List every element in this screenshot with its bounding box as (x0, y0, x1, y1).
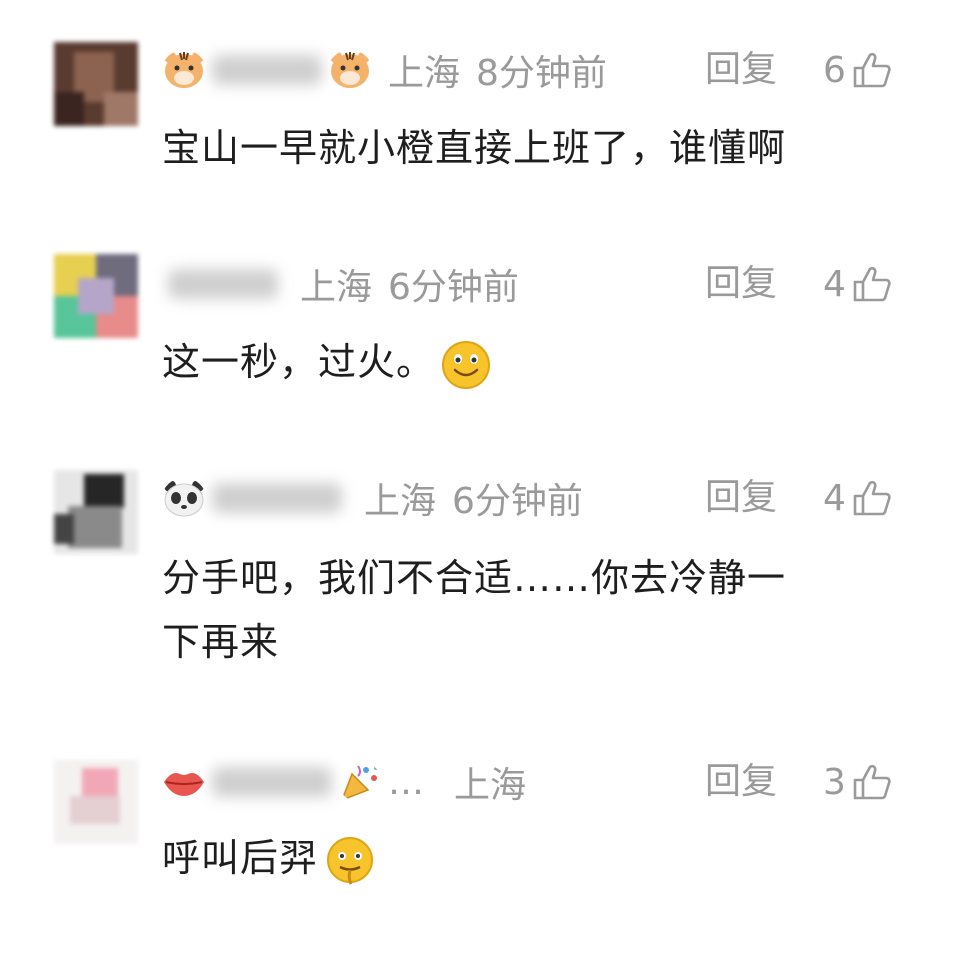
reply-button[interactable]: 回复 (705, 752, 777, 812)
tiger-face-icon (330, 51, 370, 88)
comment-text-line: 下再来 (162, 620, 280, 664)
comment-meta: 上海 6分钟前 (162, 468, 583, 528)
lips-icon (164, 773, 204, 796)
comment-location: 上海 (388, 53, 461, 94)
comment-text: 呼叫后羿 (162, 826, 902, 890)
like-count: 6 (823, 49, 846, 91)
comment-text: 宝山一早就小橙直接上班了，谁懂啊 (162, 126, 787, 170)
like-button[interactable]: 3 (823, 752, 892, 812)
party-popper-icon (340, 765, 378, 802)
comment-location: 上海 (454, 765, 527, 806)
comment-meta: M u … 上海 (162, 752, 526, 812)
comment-location: 上海 (364, 481, 437, 522)
comment-text-content: 呼叫后羿 (162, 836, 319, 880)
like-button[interactable]: 4 (823, 254, 892, 314)
comment-meta: C y 上海 8分钟前 (162, 40, 607, 100)
tiger-face-icon (164, 51, 204, 88)
like-button[interactable]: 4 (823, 468, 892, 528)
like-count: 4 (823, 263, 846, 305)
thumbs-up-icon (853, 266, 891, 302)
reply-button[interactable]: 回复 (705, 468, 777, 528)
thumbs-up-icon (853, 764, 891, 800)
like-count: 3 (823, 761, 846, 803)
smiling-face-icon (442, 340, 491, 389)
comment-text: 分手吧，我们不合适……你去冷静一 下再来 (162, 546, 902, 674)
thumbs-up-icon (853, 52, 891, 88)
avatar[interactable] (54, 42, 138, 126)
avatar[interactable] (54, 760, 138, 844)
username-ellipsis: … (388, 761, 424, 803)
reply-button[interactable]: 回复 (705, 254, 777, 314)
username-redacted[interactable] (212, 55, 322, 85)
like-count: 4 (823, 477, 846, 519)
username-redacted[interactable] (168, 269, 278, 299)
melting-face-icon (327, 836, 374, 885)
thumbs-up-icon (853, 480, 891, 516)
comment-location: 上海 (300, 267, 373, 308)
comment-time: 6分钟前 (452, 481, 583, 522)
reply-button[interactable]: 回复 (705, 40, 777, 100)
comment-text-line: 分手吧，我们不合适……你去冷静一 (162, 556, 787, 600)
avatar[interactable] (54, 470, 138, 554)
comment-text: 这一秒，过火。 (162, 330, 902, 394)
comment-time: 6分钟前 (388, 267, 519, 308)
avatar[interactable] (54, 254, 138, 338)
comment-time: 8分钟前 (476, 53, 607, 94)
username-redacted[interactable] (212, 483, 342, 513)
panda-face-icon (164, 480, 204, 517)
username-redacted[interactable] (212, 767, 332, 797)
like-button[interactable]: 6 (823, 40, 892, 100)
comment-meta: 上海 6分钟前 (162, 254, 519, 314)
comment-text-content: 这一秒，过火。 (162, 340, 436, 384)
